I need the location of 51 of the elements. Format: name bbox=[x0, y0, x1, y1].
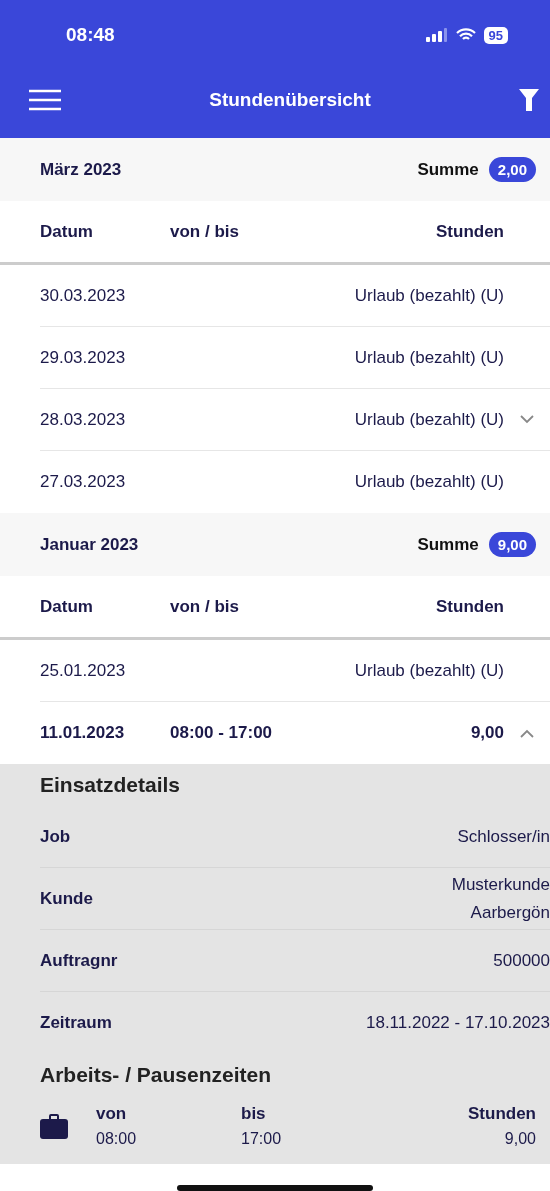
column-header: von / bis bbox=[170, 221, 240, 242]
times-title: Arbeits- / Pausenzeiten bbox=[40, 1062, 273, 1088]
hours-label: Stunden bbox=[468, 1104, 536, 1124]
month-title: März 2023 bbox=[40, 159, 122, 180]
column-header: Stunden bbox=[435, 596, 504, 617]
from-label: von bbox=[96, 1104, 127, 1124]
to-label: bis bbox=[241, 1104, 266, 1124]
hours-cell: Urlaub (bezahlt) (U) bbox=[354, 285, 504, 306]
from-value: 08:00 bbox=[96, 1130, 137, 1148]
date-cell-text: 27.03.2023 bbox=[40, 472, 127, 492]
detail-value: 500000 bbox=[493, 949, 550, 972]
sum-label: Summe bbox=[417, 159, 479, 180]
column-header: von / bis bbox=[170, 596, 240, 617]
status-time: 08:48 bbox=[66, 24, 115, 46]
column-header: Stunden bbox=[435, 221, 504, 242]
detail-label: Auftragnr bbox=[40, 950, 118, 971]
date-cell-text: 29.03.2023 bbox=[40, 347, 127, 368]
column-header: Datum bbox=[40, 596, 94, 617]
date-cell-text: 25.01.2023 bbox=[40, 660, 127, 681]
date-cell-text: 11.01.2023 bbox=[40, 723, 126, 743]
hours-cell: 9,00 bbox=[470, 723, 504, 743]
month-title: Januar 2023 bbox=[40, 534, 139, 555]
to-value: 17:00 bbox=[241, 1130, 282, 1148]
details-title: Einsatzdetails bbox=[40, 772, 182, 798]
detail-value: Musterkunde Aarbergön bbox=[450, 874, 550, 924]
hours-cell: Urlaub (bezahlt) (U) bbox=[354, 660, 504, 681]
filter-button[interactable] bbox=[518, 88, 540, 112]
hours-cell: Urlaub (bezahlt) (U) bbox=[354, 472, 504, 492]
detail-label: Zeitraum bbox=[40, 1013, 112, 1033]
date-cell-text: 30.03.2023 bbox=[40, 285, 127, 306]
detail-value: 18.11.2022 - 17.10.2023 bbox=[366, 1012, 550, 1035]
page-title: Stundenübersicht bbox=[209, 89, 371, 111]
detail-label: Kunde bbox=[40, 888, 93, 909]
menu-button[interactable] bbox=[28, 89, 62, 111]
date-cell-text: 28.03.2023 bbox=[40, 409, 127, 430]
battery-icon: 95 bbox=[483, 26, 508, 44]
chevron-up-icon bbox=[520, 728, 534, 738]
hours-value: 9,00 bbox=[504, 1130, 536, 1148]
time-range-cell-text: 08:00 - 17:00 bbox=[170, 723, 274, 743]
briefcase-icon bbox=[40, 1113, 68, 1139]
column-header: Datum bbox=[40, 221, 94, 242]
wifi-icon bbox=[455, 28, 476, 42]
hours-cell: Urlaub (bezahlt) (U) bbox=[354, 409, 504, 430]
hours-cell: Urlaub (bezahlt) (U) bbox=[354, 347, 504, 368]
signal-icon bbox=[425, 28, 448, 42]
sum-badge: 9,00 bbox=[488, 532, 536, 557]
sum-label: Summe bbox=[417, 534, 479, 555]
chevron-down-icon bbox=[520, 415, 534, 424]
sum-badge: 2,00 bbox=[488, 157, 536, 182]
detail-value: Schlosser/in bbox=[457, 825, 550, 848]
detail-label: Job bbox=[40, 826, 71, 847]
